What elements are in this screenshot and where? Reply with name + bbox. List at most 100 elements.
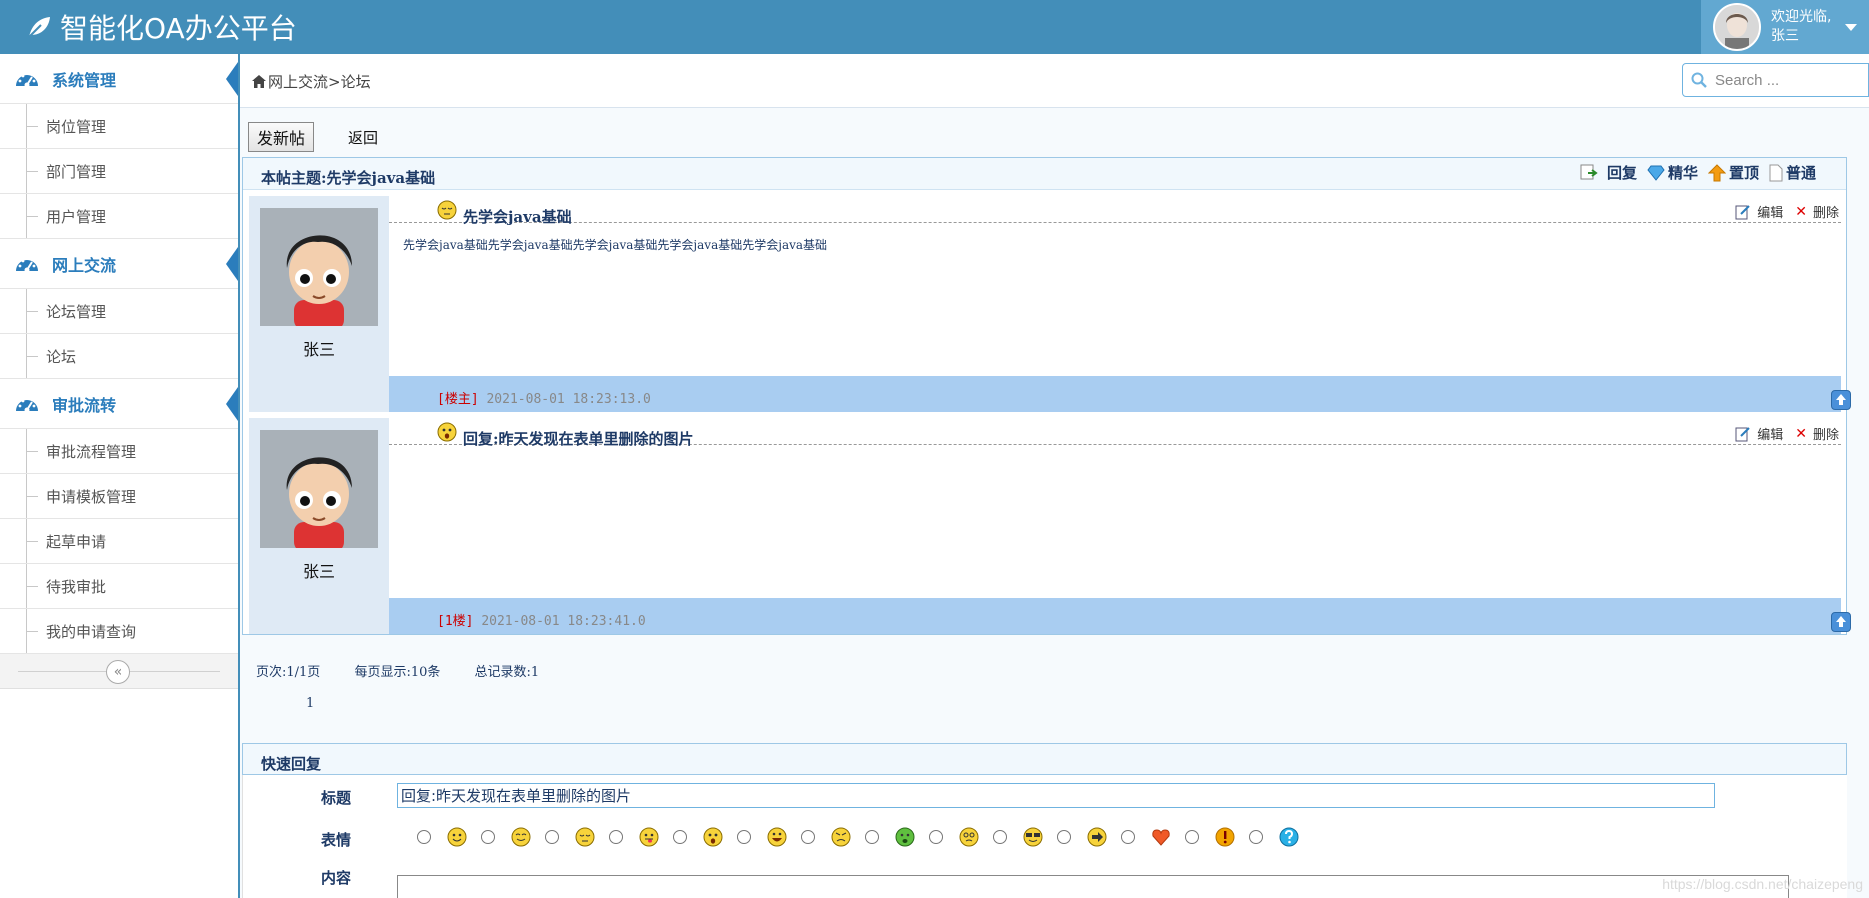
emotion-option[interactable] <box>609 827 659 847</box>
sidebar-item-forum-management[interactable]: 论坛管理 <box>0 289 238 334</box>
search-input[interactable] <box>1715 71 1865 89</box>
emotion-radio[interactable] <box>545 830 559 844</box>
emotion-radio[interactable] <box>1185 830 1199 844</box>
emotion-radio[interactable] <box>801 830 815 844</box>
pagination-info: 页次:1/1页 每页显示:10条 总记录数:1 <box>256 661 569 680</box>
collapse-sidebar-button[interactable]: « <box>106 660 130 684</box>
post-item: 张三 回复:昨天发现在表单里删除的图片 编辑 ✕ 删除 [1楼] 2021-08… <box>249 418 1851 634</box>
sidebar-item-approval-flow-management[interactable]: 审批流程管理 <box>0 429 238 474</box>
breadcrumb-bar: 网上交流>论坛 <box>240 54 1869 108</box>
post-item: 张三 先学会java基础 编辑 ✕ 删除 先学会java基础先学会java基础先… <box>249 196 1851 412</box>
post-footer: [1楼] 2021-08-01 18:23:41.0 <box>389 598 1851 634</box>
emotion-radio[interactable] <box>609 830 623 844</box>
emotion-radio[interactable] <box>1249 830 1263 844</box>
emotion-option[interactable] <box>417 827 467 847</box>
smile-icon <box>447 827 467 847</box>
thread-panel: 本帖主题:先学会java基础 回复 精华 置顶 普通 张三 先学会java基础 … <box>242 157 1851 635</box>
sidebar-item-my-applications[interactable]: 我的申请查询 <box>0 609 238 654</box>
main-content: 网上交流>论坛 发新帖 返回 本帖主题:先学会java基础 回复 精华 <box>240 54 1869 898</box>
user-menu[interactable]: 欢迎光临, 张三 <box>1701 0 1869 54</box>
sidebar-group-approval[interactable]: 审批流转 <box>0 379 238 429</box>
sidebar-item-post-management[interactable]: 岗位管理 <box>0 104 238 149</box>
leaf-icon <box>28 17 50 38</box>
sidebar-item-template-management[interactable]: 申请模板管理 <box>0 474 238 519</box>
home-icon[interactable] <box>252 75 266 88</box>
post-content: 先学会java基础先学会java基础先学会java基础先学会java基础先学会j… <box>403 238 828 252</box>
emotion-option[interactable] <box>545 827 595 847</box>
emotion-option[interactable] <box>801 827 851 847</box>
emotion-radio[interactable] <box>481 830 495 844</box>
emotion-option[interactable] <box>737 827 787 847</box>
cool-icon <box>1023 827 1043 847</box>
edit-button[interactable]: 编辑 <box>1735 202 1783 221</box>
arrow-up-icon <box>1836 616 1846 627</box>
back-link[interactable]: 返回 <box>348 127 378 148</box>
sidebar-item-forum[interactable]: 论坛 <box>0 334 238 379</box>
sidebar-group-online-exchange[interactable]: 网上交流 <box>0 239 238 289</box>
elite-action[interactable]: 精华 <box>1647 162 1698 183</box>
emotion-option[interactable] <box>1185 827 1235 847</box>
emotion-radio[interactable] <box>673 830 687 844</box>
elite-label: 精华 <box>1667 164 1698 182</box>
top-action[interactable]: 置顶 <box>1707 162 1759 183</box>
post-title: 回复:昨天发现在表单里删除的图片 <box>463 430 694 448</box>
sidebar-item-user-management[interactable]: 用户管理 <box>0 194 238 239</box>
edit-icon <box>1735 204 1750 219</box>
emotion-option[interactable] <box>1121 827 1171 847</box>
reply-action[interactable]: 回复 <box>1580 162 1637 183</box>
emotion-radio[interactable] <box>737 830 751 844</box>
emotion-radio[interactable] <box>1121 830 1135 844</box>
sidebar-item-draft-application[interactable]: 起草申请 <box>0 519 238 564</box>
emotion-option[interactable] <box>865 827 915 847</box>
post-body: 先学会java基础 编辑 ✕ 删除 先学会java基础先学会java基础先学会j… <box>389 196 1851 412</box>
emotion-option[interactable] <box>673 827 723 847</box>
sidebar-item-department-management[interactable]: 部门管理 <box>0 149 238 194</box>
page-link[interactable]: 1 <box>306 696 314 711</box>
normal-action[interactable]: 普通 <box>1769 162 1816 183</box>
diamond-icon <box>1647 165 1665 181</box>
edit-button[interactable]: 编辑 <box>1735 424 1783 443</box>
delete-button[interactable]: ✕ 删除 <box>1789 424 1839 444</box>
reply-content-textarea[interactable] <box>397 875 1789 898</box>
content-label: 内容 <box>321 869 352 887</box>
sidebar-group-system[interactable]: 系统管理 <box>0 54 238 104</box>
post-author: 张三 <box>249 196 389 412</box>
double-chevron-left-icon: « <box>113 664 123 680</box>
welcome-label: 欢迎光临, <box>1771 9 1832 25</box>
new-post-button[interactable]: 发新帖 <box>248 122 315 152</box>
emotion-option[interactable] <box>929 827 979 847</box>
emotion-option[interactable] <box>1249 827 1299 847</box>
sleepy-icon <box>575 827 595 847</box>
back-to-top-button[interactable] <box>1831 612 1851 632</box>
active-arrow-icon <box>226 62 238 96</box>
post-body: 回复:昨天发现在表单里删除的图片 编辑 ✕ 删除 [1楼] 2021-08-01… <box>389 418 1851 634</box>
back-to-top-button[interactable] <box>1831 390 1851 410</box>
heart-icon <box>1152 829 1170 846</box>
delete-button[interactable]: ✕ 删除 <box>1789 202 1839 222</box>
arrow-up-icon <box>1707 163 1726 181</box>
post-footer: [楼主] 2021-08-01 18:23:13.0 <box>389 376 1851 412</box>
sidebar-item-pending-approval[interactable]: 待我审批 <box>0 564 238 609</box>
author-name: 张三 <box>302 562 335 581</box>
sidebar: 系统管理 岗位管理 部门管理 用户管理 网上交流 论坛管理 论坛 审批流转 审批… <box>0 54 240 898</box>
emotion-radio[interactable] <box>865 830 879 844</box>
emotion-option[interactable] <box>993 827 1043 847</box>
emotion-radio[interactable] <box>929 830 943 844</box>
dizzy-icon <box>959 827 979 847</box>
angry-icon <box>831 827 851 847</box>
reply-title-input[interactable] <box>397 783 1715 808</box>
brand[interactable]: 智能化OA办公平台 <box>26 8 297 46</box>
document-icon <box>1769 164 1783 181</box>
emotion-option[interactable] <box>481 827 531 847</box>
emotion-radio[interactable] <box>1057 830 1071 844</box>
emotion-radio[interactable] <box>417 830 431 844</box>
user-avatar <box>1713 3 1761 51</box>
top-label: 置顶 <box>1728 164 1759 182</box>
emotion-option[interactable] <box>1057 827 1107 847</box>
quick-reply-title: 快速回复 <box>261 755 322 773</box>
post-meta: [楼主] 2021-08-01 18:23:13.0 <box>437 388 651 407</box>
sidebar-group-label: 审批流转 <box>52 395 117 415</box>
breadcrumb-path[interactable]: 网上交流>论坛 <box>268 71 371 92</box>
emotion-radio[interactable] <box>993 830 1007 844</box>
sidebar-group-label: 网上交流 <box>52 255 117 275</box>
